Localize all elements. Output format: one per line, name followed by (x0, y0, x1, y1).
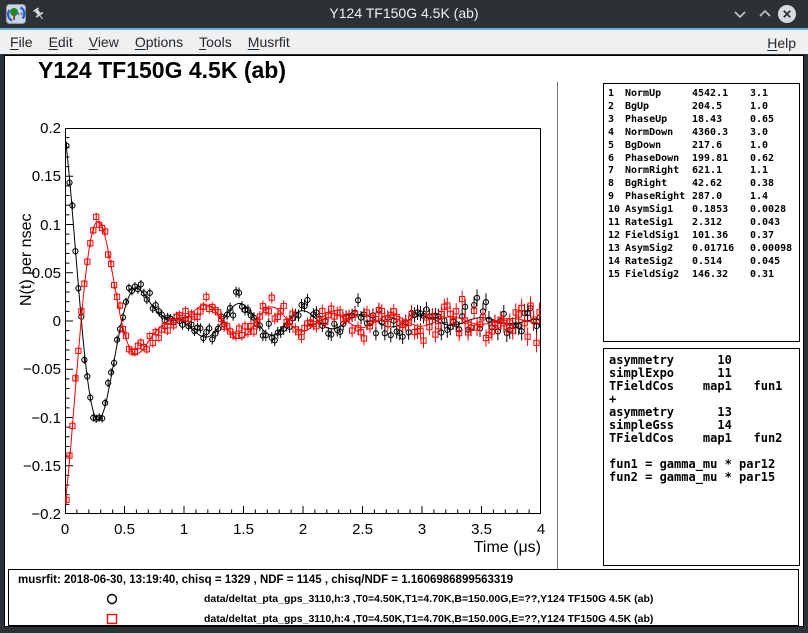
theory-box: asymmetry 10 simplExpo 11 TFieldCos map1… (603, 348, 800, 566)
legend-entry: data/deltat_pta_gps_3110,h:3 ,T0=4.50K,T… (9, 591, 798, 607)
y-tick-label: −0.2 (5, 506, 61, 521)
legend-label: data/deltat_pta_gps_3110,h:3 ,T0=4.50K,T… (204, 593, 653, 605)
legend-entry: data/deltat_pta_gps_3110,h:4 ,T0=4.50K,T… (9, 611, 798, 627)
parameter-row: 2BgUp204.51.0 (608, 101, 799, 114)
menu-item-options[interactable]: Options (127, 31, 191, 53)
x-tick-label: 3.5 (452, 521, 512, 538)
parameter-row: 11RateSig12.3120.043 (608, 217, 799, 230)
menu-item-edit[interactable]: Edit (41, 31, 81, 53)
open-square-icon (104, 611, 120, 627)
y-tick-label: 0.1 (5, 217, 61, 232)
x-tick-label: 1 (154, 521, 214, 538)
axis-ticks (65, 128, 541, 514)
menu-bar: FileEditViewOptionsToolsMusrfit Help (0, 30, 808, 54)
menu-item-tools[interactable]: Tools (191, 31, 240, 53)
y-tick-label: −0.05 (5, 361, 61, 376)
x-tick-label: 4 (511, 521, 571, 538)
x-tick-label: 3 (392, 521, 452, 538)
x-tick-label: 2.5 (333, 521, 393, 538)
y-tick-label: 0.15 (5, 168, 61, 183)
menu-item-file[interactable]: File (2, 31, 41, 53)
y-tick-label: 0 (5, 313, 61, 328)
info-panel: musrfit: 2018-06-30, 13:19:40, chisq = 1… (8, 569, 799, 626)
menu-item-musrfit[interactable]: Musrfit (240, 31, 298, 53)
data-markers (65, 142, 541, 423)
x-tick-label: 0 (35, 521, 95, 538)
menu-item-help[interactable]: Help (759, 32, 804, 54)
theory-text: asymmetry 10 simplExpo 11 TFieldCos map1… (609, 354, 799, 484)
x-tick-label: 1.5 (214, 521, 274, 538)
pad-divider (557, 82, 558, 569)
y-tick-label: −0.1 (5, 410, 61, 425)
maximize-button[interactable] (757, 6, 773, 22)
parameter-row: 6PhaseDown199.810.62 (608, 153, 799, 166)
parameter-row: 5BgDown217.61.0 (608, 140, 799, 153)
title-bar[interactable]: ++ Y124 TF150G 4.5K (ab) (0, 0, 808, 28)
parameter-row: 15FieldSig2146.320.31 (608, 269, 799, 282)
parameter-row: 10AsymSig10.18530.0028 (608, 204, 799, 217)
x-axis-title: Time (μs) (431, 539, 541, 557)
app-window: ++ Y124 TF150G 4.5K (ab) FileEditViewOpt… (0, 0, 808, 633)
x-tick-label: 0.5 (95, 521, 155, 538)
y-tick-label: −0.15 (5, 458, 61, 473)
parameter-box: 1NormUp4542.13.12BgUp204.51.03PhaseUp18.… (603, 83, 800, 342)
fit-status-line: musrfit: 2018-06-30, 13:19:40, chisq = 1… (18, 574, 513, 586)
plot-title: Y124 TF150G 4.5K (ab) (38, 57, 286, 84)
parameter-row: 13AsymSig20.017160.00098 (608, 243, 799, 256)
parameter-row: 3PhaseUp18.430.65 (608, 114, 799, 127)
parameter-row: 4NormDown4360.33.0 (608, 127, 799, 140)
plot-frame (66, 129, 541, 514)
root-canvas[interactable]: Y124 TF150G 4.5K (ab) N(t) per nsec Time… (4, 55, 804, 627)
y-tick-label: 0.05 (5, 265, 61, 280)
open-circle-icon (104, 591, 120, 607)
theory-curve (65, 136, 541, 420)
parameter-row: 1NormUp4542.13.1 (608, 88, 799, 101)
parameter-row: 9PhaseRight287.01.4 (608, 191, 799, 204)
legend-label: data/deltat_pta_gps_3110,h:4 ,T0=4.50K,T… (204, 613, 653, 625)
close-button[interactable] (777, 4, 797, 24)
y-tick-label: 0.2 (5, 120, 61, 135)
menu-item-view[interactable]: View (81, 31, 127, 53)
parameter-row: 12FieldSig1101.360.37 (608, 230, 799, 243)
parameter-row: 7NormRight621.11.1 (608, 165, 799, 178)
parameter-row: 14RateSig20.5140.045 (608, 256, 799, 269)
x-tick-label: 2 (273, 521, 333, 538)
parameter-row: 8BgRight42.620.38 (608, 178, 799, 191)
window-title: Y124 TF150G 4.5K (ab) (0, 5, 808, 21)
minimize-button[interactable] (732, 6, 748, 22)
data-markers (65, 213, 541, 504)
plot-svg[interactable] (65, 128, 541, 514)
theory-curve (65, 221, 541, 504)
